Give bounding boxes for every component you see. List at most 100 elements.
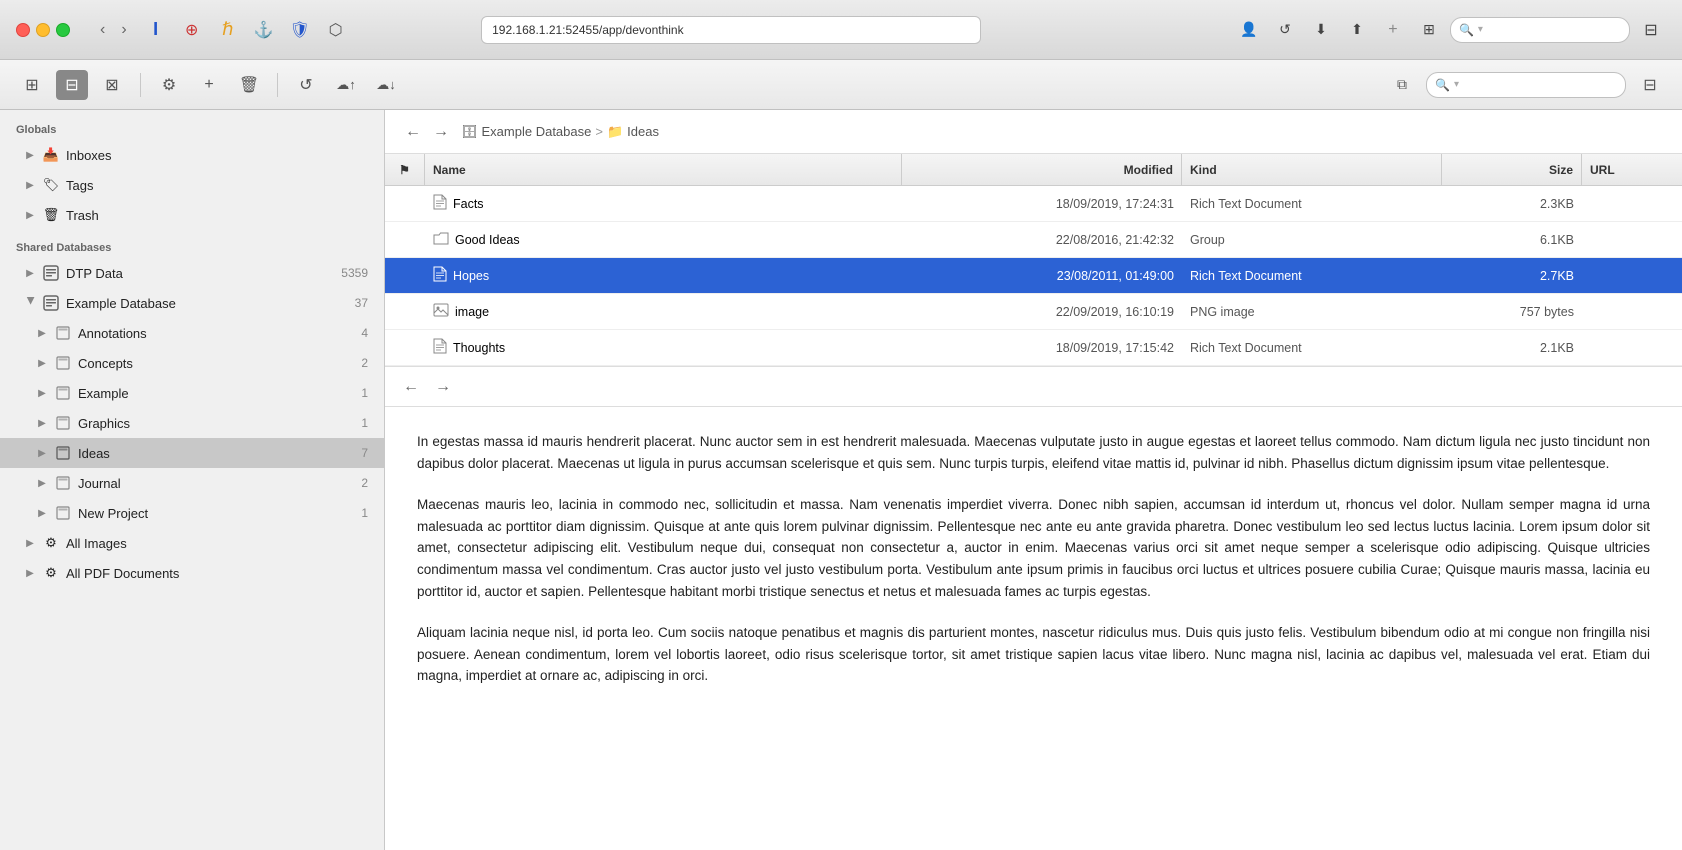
breadcrumb-db-name[interactable]: Example Database	[482, 124, 592, 139]
main-search[interactable]: 🔍 ▾	[1426, 72, 1626, 98]
col-size[interactable]: Size	[1442, 154, 1582, 185]
thoughts-size: 2.1KB	[1442, 341, 1582, 355]
sync-icon[interactable]: ↺	[290, 70, 322, 100]
main-search-dropdown[interactable]: ▾	[1454, 79, 1459, 90]
breadcrumb-folder-name[interactable]: Ideas	[627, 124, 659, 139]
sidebar-item-all-images[interactable]: ▶ ⚙ All Images	[0, 528, 384, 558]
inboxes-label: Inboxes	[66, 148, 372, 163]
file-row-image[interactable]: image 22/09/2019, 16:10:19 PNG image 757…	[385, 294, 1682, 330]
share-icon[interactable]: 👤	[1234, 16, 1264, 44]
expand-icon[interactable]: ▶	[24, 537, 36, 549]
col-url[interactable]: URL	[1582, 154, 1682, 185]
col-name[interactable]: Name	[425, 154, 902, 185]
forward-button[interactable]: ›	[115, 19, 132, 41]
example-label: Example	[78, 386, 355, 401]
ext-icon-1[interactable]: I	[141, 16, 171, 44]
col-kind[interactable]: Kind	[1182, 154, 1442, 185]
download-cloud-icon[interactable]: ☁↓	[370, 70, 402, 100]
expand-icon[interactable]: ▶	[36, 327, 48, 339]
minimize-button[interactable]	[36, 23, 50, 37]
expand-icon[interactable]: ▶	[36, 387, 48, 399]
col-modified[interactable]: Modified	[902, 154, 1182, 185]
breadcrumb-nav: ← →	[401, 121, 453, 143]
nav-row-forward[interactable]: →	[429, 376, 457, 398]
col-flag: ⚑	[385, 154, 425, 185]
breadcrumb-back[interactable]: ←	[401, 121, 425, 143]
modified-col-label: Modified	[1124, 163, 1173, 177]
back-button[interactable]: ‹	[94, 19, 111, 41]
expand-icon[interactable]: ▶	[36, 417, 48, 429]
sidebar-item-journal[interactable]: ▶ Journal 2	[0, 468, 384, 498]
new-project-icon	[54, 504, 72, 522]
inspector-toggle[interactable]: ⊟	[1634, 70, 1666, 100]
size-col-label: Size	[1549, 163, 1573, 177]
annotations-count: 4	[361, 326, 372, 340]
sidebar-item-example-database[interactable]: ▶ Example Database 37	[0, 288, 384, 318]
settings-icon[interactable]: ⚙	[153, 70, 185, 100]
file-row-thoughts[interactable]: Thoughts 18/09/2019, 17:15:42 Rich Text …	[385, 330, 1682, 366]
example-db-count: 37	[355, 296, 372, 310]
expand-icon[interactable]: ▶	[24, 267, 36, 279]
nav-row-back[interactable]: ←	[397, 376, 425, 398]
ext-icon-3[interactable]: ℏ	[213, 16, 243, 44]
sidebar-item-example[interactable]: ▶ Example 1	[0, 378, 384, 408]
sidebar-toggle-left[interactable]: ⊞	[16, 70, 48, 100]
expand-icon[interactable]: ▶	[24, 149, 36, 161]
expand-icon[interactable]: ▶	[36, 357, 48, 369]
expand-icon[interactable]: ▶	[24, 209, 36, 221]
sidebar-item-all-pdf[interactable]: ▶ ⚙ All PDF Documents	[0, 558, 384, 588]
sidebar-item-inboxes[interactable]: ▶ 📥 Inboxes	[0, 140, 384, 170]
dtp-data-label: DTP Data	[66, 266, 335, 281]
ext-icon-4[interactable]: ⚓	[249, 16, 279, 44]
maximize-button[interactable]	[56, 23, 70, 37]
sidebar-toggle-right[interactable]: ⊟	[1636, 16, 1666, 44]
hopes-doc-icon	[433, 266, 447, 285]
delete-icon[interactable]: 🗑	[233, 70, 265, 100]
breadcrumb-forward[interactable]: →	[429, 121, 453, 143]
sidebar-item-tags[interactable]: ▶ 🏷 Tags	[0, 170, 384, 200]
globals-section-header: Globals	[0, 118, 384, 140]
sidebar-item-concepts[interactable]: ▶ Concepts 2	[0, 348, 384, 378]
sidebar-item-trash[interactable]: ▶ 🗑 Trash	[0, 200, 384, 230]
facts-modified: 18/09/2019, 17:24:31	[902, 197, 1182, 211]
download-icon[interactable]: ⬇	[1306, 16, 1336, 44]
sidebar-item-annotations[interactable]: ▶ Annotations 4	[0, 318, 384, 348]
file-row-good-ideas[interactable]: Good Ideas 22/08/2016, 21:42:32 Group 6.…	[385, 222, 1682, 258]
file-row-hopes[interactable]: Hopes 23/08/2011, 01:49:00 Rich Text Doc…	[385, 258, 1682, 294]
journal-label: Journal	[78, 476, 355, 491]
view-column-button[interactable]: ⊠	[96, 70, 128, 100]
example-icon	[54, 384, 72, 402]
view-split-button[interactable]: ⊟	[56, 70, 88, 100]
sidebar-item-ideas[interactable]: ▶ Ideas 7	[0, 438, 384, 468]
file-row-facts[interactable]: Facts 18/09/2019, 17:24:31 Rich Text Doc…	[385, 186, 1682, 222]
ext-icon-2[interactable]: ⊕	[177, 16, 207, 44]
filter-icon[interactable]: ⧉	[1386, 70, 1418, 100]
ext-icon-5[interactable]: 🛡	[285, 16, 315, 44]
add-icon[interactable]: +	[193, 70, 225, 100]
expand-icon[interactable]: ▶	[24, 297, 36, 309]
facts-kind: Rich Text Document	[1182, 197, 1442, 211]
expand-icon[interactable]: ▶	[36, 477, 48, 489]
search-bar[interactable]: 🔍 ▾	[1450, 17, 1630, 43]
address-bar[interactable]: 192.168.1.21:52455/app/devonthink	[481, 16, 981, 44]
search-dropdown[interactable]: ▾	[1478, 24, 1483, 35]
close-button[interactable]	[16, 23, 30, 37]
journal-icon	[54, 474, 72, 492]
expand-icon[interactable]: ▶	[36, 507, 48, 519]
facts-size: 2.3KB	[1442, 197, 1582, 211]
expand-icon[interactable]: ▶	[24, 567, 36, 579]
image-modified: 22/09/2019, 16:10:19	[902, 305, 1182, 319]
ext-icon-6[interactable]: ⬡	[321, 16, 351, 44]
upload-cloud-icon[interactable]: ☁↑	[330, 70, 362, 100]
tabs-icon[interactable]: ⊞	[1414, 16, 1444, 44]
upload-icon[interactable]: ⬆	[1342, 16, 1372, 44]
goodideas-kind: Group	[1182, 233, 1442, 247]
expand-icon[interactable]: ▶	[24, 179, 36, 191]
sidebar-item-dtp-data[interactable]: ▶ DTP Data 5359	[0, 258, 384, 288]
flag-icon: ⚑	[399, 163, 410, 177]
sidebar-item-new-project[interactable]: ▶ New Project 1	[0, 498, 384, 528]
refresh-icon[interactable]: ↺	[1270, 16, 1300, 44]
expand-icon[interactable]: ▶	[36, 447, 48, 459]
add-tab-icon[interactable]: +	[1378, 16, 1408, 44]
sidebar-item-graphics[interactable]: ▶ Graphics 1	[0, 408, 384, 438]
